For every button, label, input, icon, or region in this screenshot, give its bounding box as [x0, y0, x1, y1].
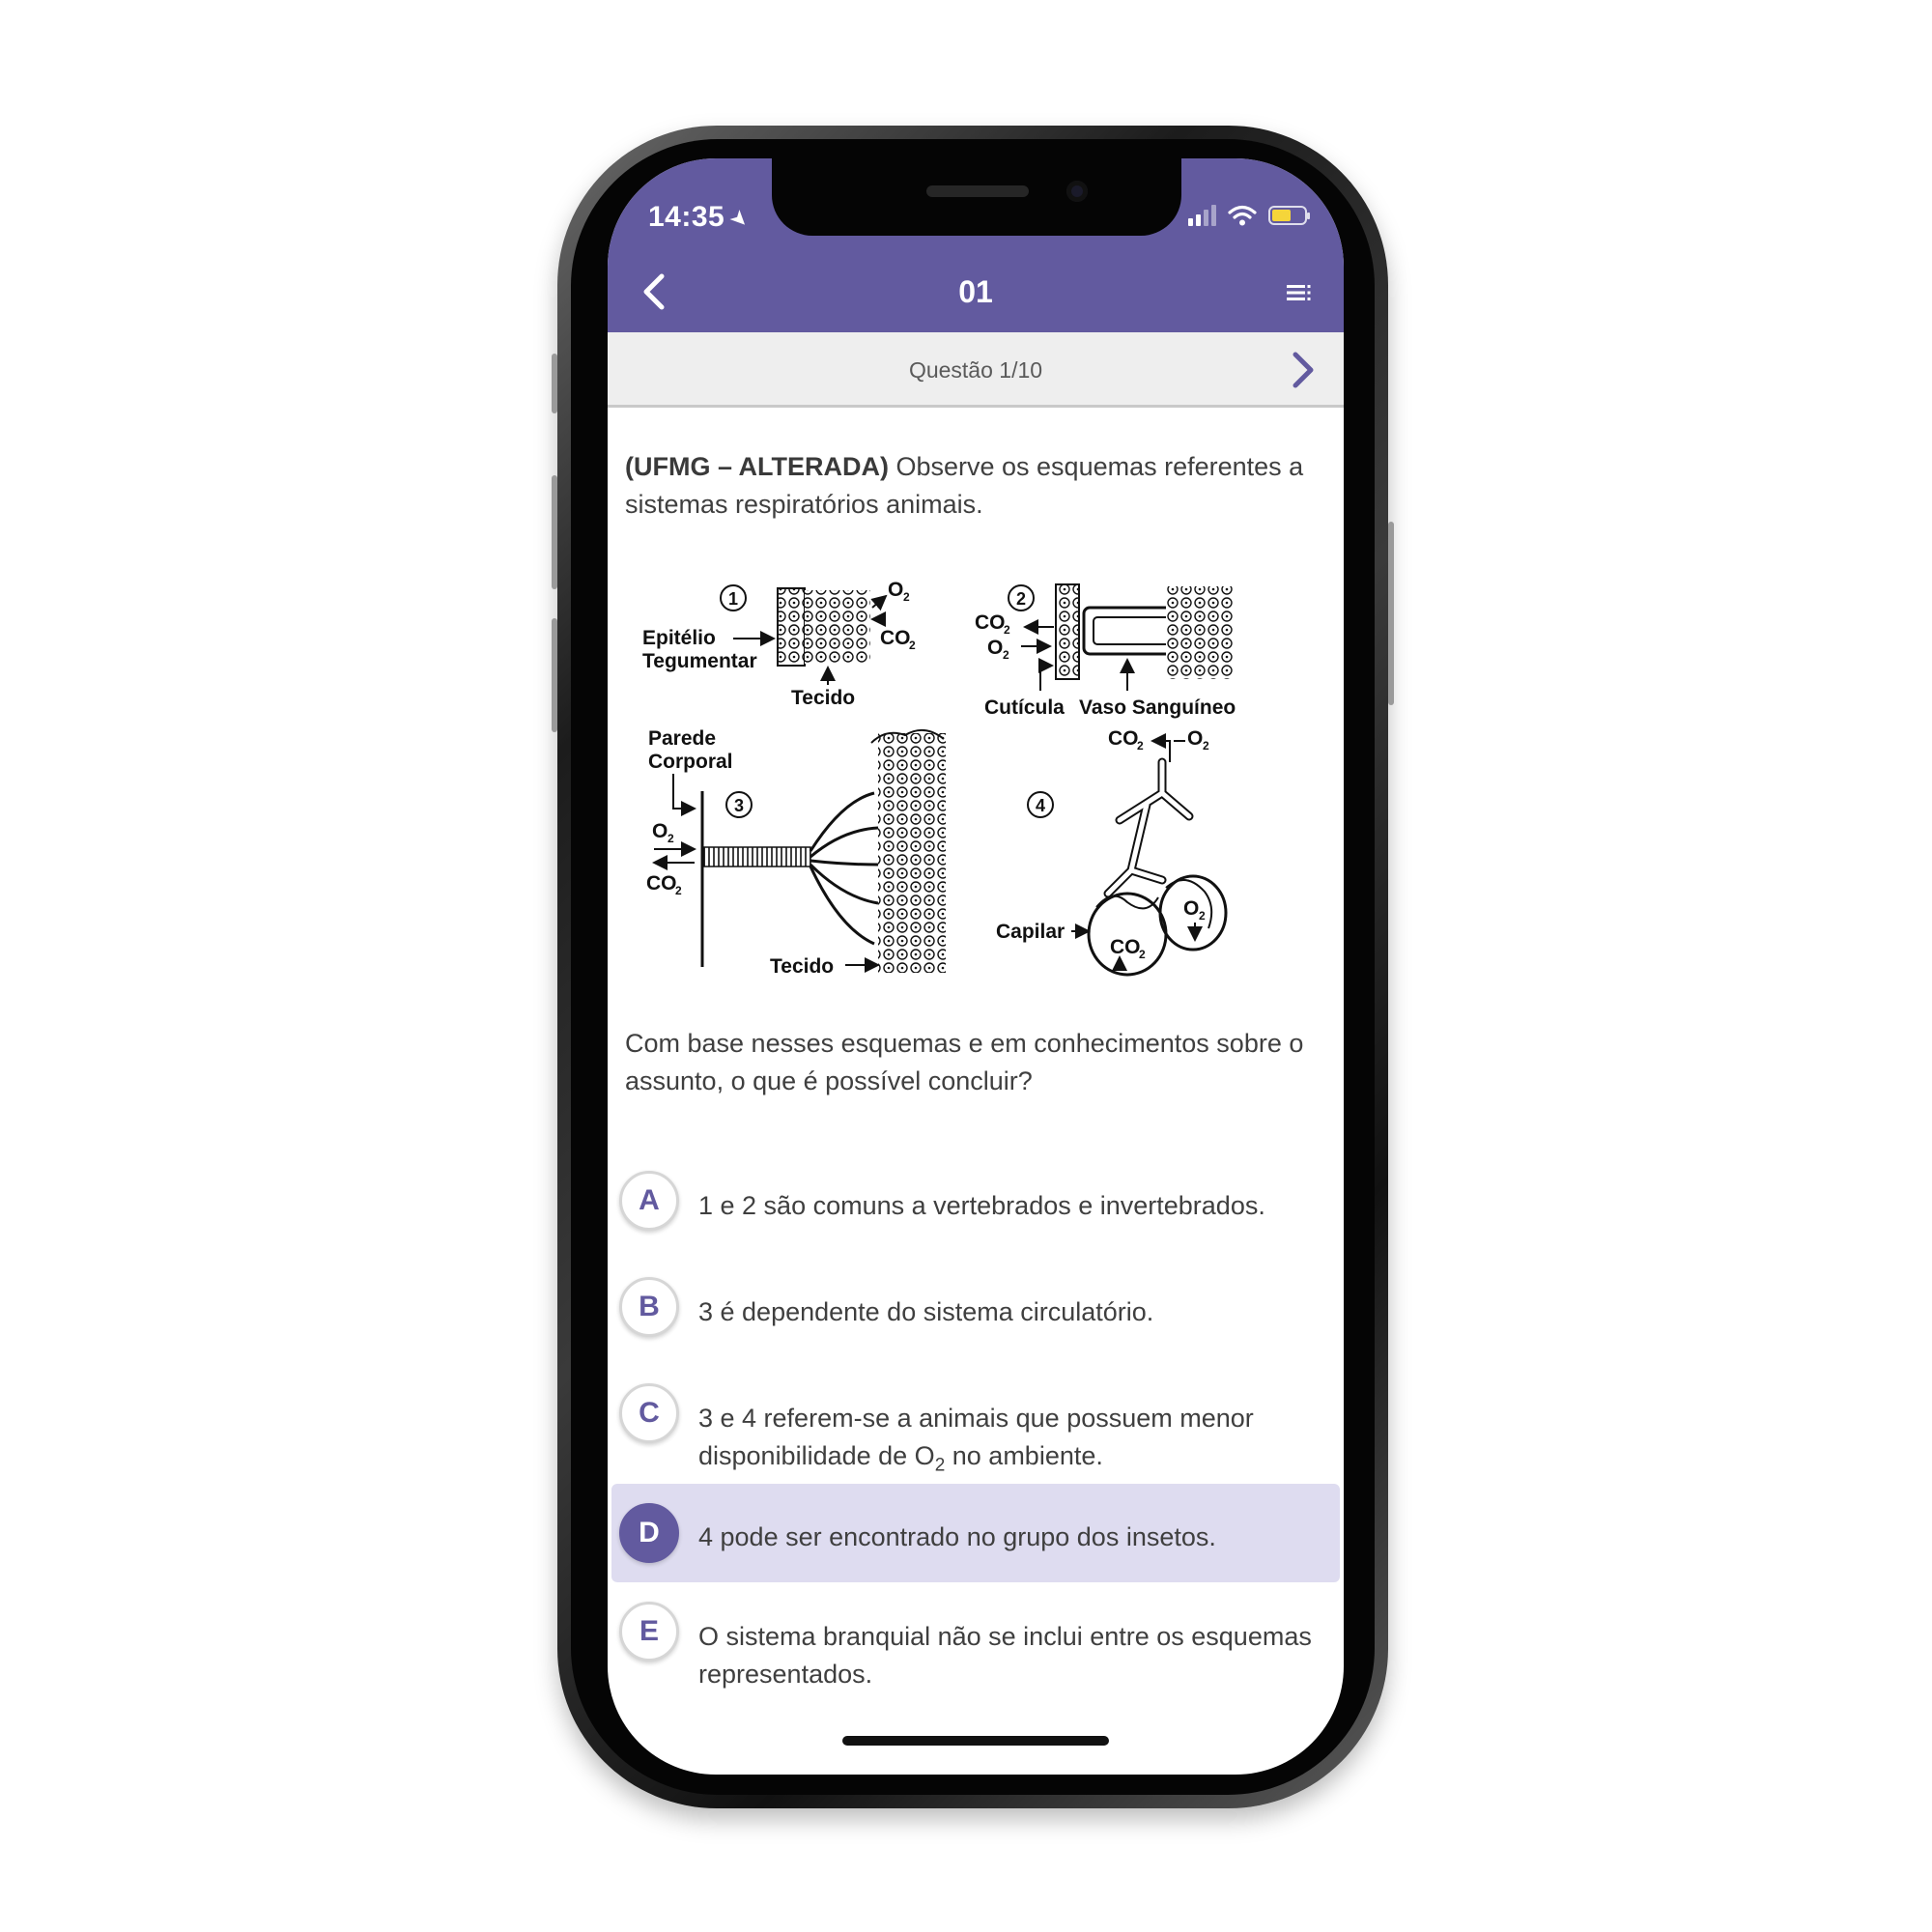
figure-label-cuticula: Cutícula [984, 696, 1065, 719]
figure-label-o2-3: O [652, 820, 668, 842]
figure-label-o2-5-sub: 2 [1199, 909, 1206, 923]
option-b[interactable]: B 3 é dependente do sistema circulatório… [611, 1277, 1340, 1354]
diagram-panel-4: 4 CO 2 O 2 CO 2 O 2 Capilar [996, 727, 1228, 977]
phone-screen: 14:35➤ 01 Questão 1/10 (UFMG – ALTERADA)… [608, 158, 1344, 1775]
option-text: 4 pode ser encontrado no grupo dos inset… [698, 1522, 1216, 1551]
figure-label-co2-3-sub: 2 [675, 884, 682, 897]
figure-label-co2-3: CO [646, 872, 677, 895]
figure-label-n2: 2 [1016, 589, 1026, 609]
wifi-icon [1228, 205, 1257, 226]
figure-label-o2-5: O [1183, 897, 1199, 920]
figure-label-co2-4: CO [1108, 727, 1139, 750]
status-icons [1188, 205, 1310, 226]
figure-label-co2-2-sub: 2 [1004, 623, 1010, 637]
cellular-signal-icon [1188, 205, 1216, 226]
home-indicator[interactable] [842, 1736, 1109, 1746]
option-text: O sistema branquial não se inclui entre … [698, 1622, 1312, 1689]
option-letter-badge[interactable]: A [619, 1171, 679, 1231]
figure-label-co2-5: CO [1110, 936, 1141, 958]
figure-label-o2-4-sub: 2 [1203, 739, 1209, 753]
option-a[interactable]: A 1 e 2 são comuns a vertebrados e inver… [611, 1171, 1340, 1248]
option-text: 3 e 4 referem-se a animais que possuem m… [698, 1400, 1317, 1484]
option-letter-badge[interactable]: C [619, 1383, 679, 1443]
question-stem: (UFMG – ALTERADA) Observe os esquemas re… [625, 448, 1321, 524]
figure-label-o2-1: O [888, 579, 903, 601]
diagram-panel-1: 1 Epitélio Tegumentar Tecido O 2 CO 2 [642, 579, 916, 709]
figure-label-o2-3-sub: 2 [668, 832, 674, 845]
figure-label-capilar: Capilar [996, 921, 1065, 943]
figure-label-o2-4: O [1187, 727, 1203, 750]
front-camera [1066, 181, 1088, 202]
figure-label-co2-4-sub: 2 [1137, 739, 1144, 753]
option-text-part: no ambiente. [945, 1441, 1103, 1470]
figure-label-n4: 4 [1036, 796, 1045, 815]
diagram-panel-3: Parede Corporal 3 O 2 CO 2 Tecido [646, 727, 946, 978]
question-navigation-bar: Questão 1/10 [608, 332, 1344, 408]
figure-label-co2-5-sub: 2 [1139, 948, 1146, 961]
page-title: 01 [958, 274, 993, 309]
volume-up-button [552, 475, 557, 589]
figure-label-n3: 3 [734, 796, 744, 815]
figure-label-n1: 1 [728, 589, 738, 609]
respiratory-systems-figure: 1 Epitélio Tegumentar Tecido O 2 CO 2 2 … [625, 569, 1301, 984]
figure-label-tecido-1: Tecido [791, 687, 855, 709]
figure-label-o2-2: O [987, 637, 1003, 659]
figure-label-tecido-2: Tecido [770, 955, 834, 978]
option-letter-badge[interactable]: D [619, 1503, 679, 1563]
list-menu-icon[interactable] [1284, 278, 1313, 307]
question-prompt: Com base nesses esquemas e em conhecimen… [625, 1029, 1304, 1095]
question-source: (UFMG – ALTERADA) [625, 452, 889, 481]
status-time-text: 14:35 [648, 201, 725, 233]
power-button [1388, 522, 1394, 705]
location-arrow-icon: ➤ [724, 204, 755, 235]
option-letter-badge[interactable]: E [619, 1602, 679, 1662]
figure-label-tegumentar: Tegumentar [642, 650, 757, 672]
volume-down-button [552, 618, 557, 732]
chevron-right-icon[interactable] [1290, 350, 1317, 390]
figure-label-epitelio: Epitélio [642, 627, 716, 649]
figure-label-o2-1-sub: 2 [903, 590, 910, 604]
figure-label-co2-1: CO [880, 627, 911, 649]
option-c[interactable]: C 3 e 4 referem-se a animais que possuem… [611, 1383, 1340, 1480]
battery-icon [1268, 206, 1310, 225]
option-text-subscript: 2 [934, 1455, 946, 1476]
notch [772, 158, 1181, 236]
figure-label-co2-2: CO [975, 611, 1006, 634]
silent-switch [552, 354, 557, 413]
figure-svg: 1 Epitélio Tegumentar Tecido O 2 CO 2 2 … [642, 579, 1236, 978]
question-content: (UFMG – ALTERADA) Observe os esquemas re… [625, 448, 1321, 1095]
figure-label-corporal: Corporal [648, 751, 733, 773]
option-letter-badge[interactable]: B [619, 1277, 679, 1337]
figure-label-parede: Parede [648, 727, 716, 750]
option-d[interactable]: D 4 pode ser encontrado no grupo dos ins… [611, 1484, 1340, 1582]
option-e[interactable]: E O sistema branquial não se inclui entr… [611, 1602, 1340, 1698]
option-text: 1 e 2 são comuns a vertebrados e inverte… [698, 1191, 1265, 1220]
figure-label-o2-2-sub: 2 [1003, 648, 1009, 662]
option-text: 3 é dependente do sistema circulatório. [698, 1297, 1154, 1326]
figure-label-co2-1-sub: 2 [909, 639, 916, 652]
status-time: 14:35➤ [648, 201, 755, 234]
figure-label-vaso: Vaso Sanguíneo [1079, 696, 1236, 719]
diagram-panel-2: 2 CO 2 O 2 Cutícula Vaso Sanguíneo [975, 583, 1236, 719]
speaker-grille [926, 185, 1029, 197]
question-counter: Questão 1/10 [908, 357, 1043, 383]
